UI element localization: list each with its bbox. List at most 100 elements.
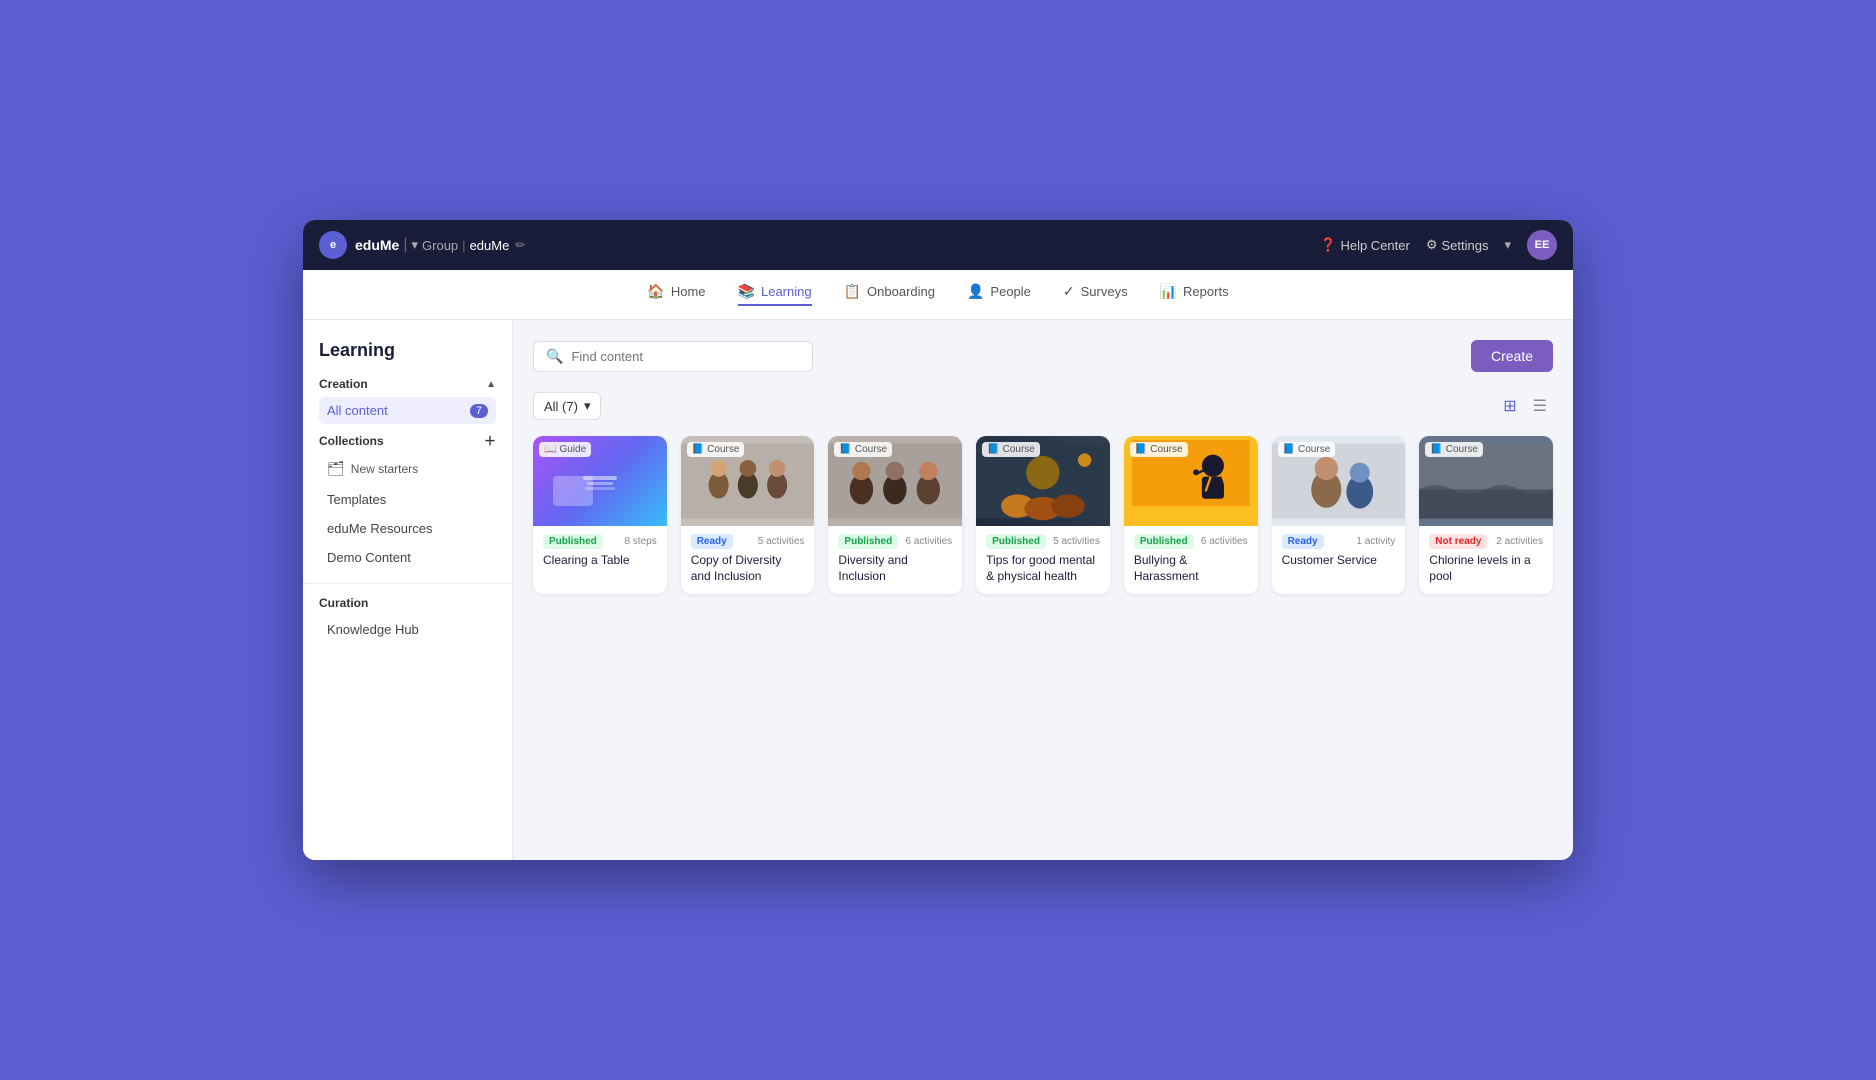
tab-surveys-label: Surveys bbox=[1081, 284, 1128, 299]
card-count: 8 steps bbox=[624, 536, 656, 547]
breadcrumb-separator: | bbox=[403, 236, 407, 254]
reports-icon: 📊 bbox=[1160, 283, 1177, 300]
settings-link[interactable]: ⚙ Settings bbox=[1426, 237, 1489, 253]
sidebar-item-all-content[interactable]: All content 7 bbox=[319, 397, 496, 424]
card-body: Published 6 activities Bullying & Harass… bbox=[1124, 526, 1258, 594]
creation-section-header[interactable]: Creation ▲ bbox=[319, 377, 496, 391]
logo-area[interactable]: e eduMe bbox=[319, 231, 399, 259]
tab-onboarding[interactable]: 📋 Onboarding bbox=[844, 283, 935, 306]
search-input[interactable] bbox=[571, 349, 800, 364]
search-box[interactable]: 🔍 bbox=[533, 341, 813, 372]
tab-learning[interactable]: 📚 Learning bbox=[738, 283, 812, 306]
card-type-label: Course bbox=[1446, 444, 1478, 455]
knowledge-hub-label: Knowledge Hub bbox=[327, 622, 419, 637]
avatar[interactable]: EE bbox=[1527, 230, 1557, 260]
filter-row: All (7) ▾ ⊞ ☰ bbox=[533, 392, 1553, 420]
sidebar-item-demo-content[interactable]: Demo Content bbox=[319, 544, 496, 571]
card-customer-service[interactable]: 📘 Course Ready bbox=[1272, 436, 1406, 594]
card-count: 1 activity bbox=[1356, 536, 1395, 547]
all-content-badge: 7 bbox=[470, 404, 488, 418]
edume-logo: e bbox=[319, 231, 347, 259]
card-body: Published 5 activities Tips for good men… bbox=[976, 526, 1110, 594]
card-title: Diversity and Inclusion bbox=[838, 553, 952, 584]
content-area: 🔍 Create All (7) ▾ ⊞ ☰ bbox=[513, 320, 1573, 860]
card-clearing-a-table[interactable]: 📖 Guide Published 8 steps bbox=[533, 436, 667, 594]
curation-label: Curation bbox=[319, 596, 368, 610]
chevron-down-icon[interactable]: ▾ bbox=[1504, 237, 1511, 253]
card-count: 5 activities bbox=[758, 536, 805, 547]
sidebar: Learning Creation ▲ All content 7 Collec… bbox=[303, 320, 513, 860]
sidebar-item-new-starters[interactable]: 🗂 New starters bbox=[319, 455, 496, 482]
gear-icon: ⚙ bbox=[1426, 237, 1438, 253]
sidebar-item-templates[interactable]: Templates bbox=[319, 486, 496, 513]
tab-home[interactable]: 🏠 Home bbox=[647, 283, 705, 306]
status-badge: Published bbox=[1134, 534, 1194, 549]
sidebar-title: Learning bbox=[303, 340, 512, 377]
course-icon: 📘 bbox=[987, 444, 999, 455]
card-type-badge: 📘 Course bbox=[687, 442, 745, 457]
card-thumbnail: 📘 Course bbox=[976, 436, 1110, 526]
status-badge: Published bbox=[986, 534, 1046, 549]
course-icon: 📘 bbox=[1430, 444, 1442, 455]
course-icon: 📘 bbox=[1283, 444, 1295, 455]
app-name: eduMe bbox=[355, 237, 399, 253]
create-button[interactable]: Create bbox=[1471, 340, 1553, 372]
sidebar-divider bbox=[303, 583, 512, 584]
breadcrumb-group-label: Group bbox=[422, 238, 458, 253]
view-toggles: ⊞ ☰ bbox=[1497, 392, 1553, 420]
card-type-badge: 📘 Course bbox=[834, 442, 892, 457]
tab-surveys[interactable]: ✓ Surveys bbox=[1063, 283, 1128, 306]
creation-chevron-icon: ▲ bbox=[486, 379, 496, 390]
new-starters-label: New starters bbox=[351, 462, 418, 476]
add-collection-icon[interactable]: ＋ bbox=[484, 432, 496, 449]
card-meta: Published 8 steps bbox=[543, 534, 657, 549]
tab-home-label: Home bbox=[671, 284, 706, 299]
card-type-badge: 📘 Course bbox=[1425, 442, 1483, 457]
card-chlorine[interactable]: 📘 Course Not ready 2 activities bbox=[1419, 436, 1553, 594]
help-icon: ❓ bbox=[1320, 237, 1336, 253]
card-title: Chlorine levels in a pool bbox=[1429, 553, 1543, 584]
guide-icon: 📖 bbox=[544, 444, 556, 455]
status-badge: Published bbox=[543, 534, 603, 549]
tab-people-label: People bbox=[990, 284, 1030, 299]
collections-section-header[interactable]: Collections ＋ bbox=[319, 432, 496, 449]
edit-workspace-icon[interactable]: ✏ bbox=[515, 238, 525, 252]
card-meta: Published 6 activities bbox=[1134, 534, 1248, 549]
card-count: 2 activities bbox=[1496, 536, 1543, 547]
list-view-toggle[interactable]: ☰ bbox=[1527, 392, 1553, 420]
grid-view-toggle[interactable]: ⊞ bbox=[1497, 392, 1522, 420]
card-meta: Published 5 activities bbox=[986, 534, 1100, 549]
card-thumbnail: 📘 Course bbox=[1272, 436, 1406, 526]
card-title: Clearing a Table bbox=[543, 553, 657, 569]
card-copy-diversity[interactable]: 📘 Course bbox=[681, 436, 815, 594]
tab-people[interactable]: 👤 People bbox=[967, 283, 1031, 306]
tab-onboarding-label: Onboarding bbox=[867, 284, 935, 299]
edume-resources-label: eduMe Resources bbox=[327, 521, 433, 536]
card-illustration bbox=[575, 456, 625, 506]
filter-label: All (7) bbox=[544, 399, 578, 414]
curation-section: Curation Knowledge Hub bbox=[303, 596, 512, 643]
card-meta: Not ready 2 activities bbox=[1429, 534, 1543, 549]
filter-dropdown[interactable]: All (7) ▾ bbox=[533, 392, 601, 420]
breadcrumb-group[interactable]: ▾ bbox=[412, 237, 419, 253]
card-body: Ready 5 activities Copy of Diversity and… bbox=[681, 526, 815, 594]
surveys-icon: ✓ bbox=[1063, 283, 1075, 300]
course-icon: 📘 bbox=[839, 444, 851, 455]
card-diversity[interactable]: 📘 Course bbox=[828, 436, 962, 594]
card-title: Tips for good mental & physical health bbox=[986, 553, 1100, 584]
status-badge: Ready bbox=[1282, 534, 1324, 549]
card-count: 5 activities bbox=[1053, 536, 1100, 547]
card-thumbnail: 📖 Guide bbox=[533, 436, 667, 526]
card-type-label: Guide bbox=[559, 444, 586, 455]
card-title: Copy of Diversity and Inclusion bbox=[691, 553, 805, 584]
help-center-link[interactable]: ❓ Help Center bbox=[1320, 237, 1410, 253]
help-label: Help Center bbox=[1340, 238, 1409, 253]
card-bullying[interactable]: 📘 Course bbox=[1124, 436, 1258, 594]
card-mental-health[interactable]: 📘 Course bbox=[976, 436, 1110, 594]
sidebar-item-knowledge-hub[interactable]: Knowledge Hub bbox=[319, 616, 496, 643]
settings-label: Settings bbox=[1441, 238, 1488, 253]
tab-reports[interactable]: 📊 Reports bbox=[1160, 283, 1229, 306]
curation-section-header[interactable]: Curation bbox=[319, 596, 496, 610]
sidebar-item-edume-resources[interactable]: eduMe Resources bbox=[319, 515, 496, 542]
top-navigation: e eduMe | ▾ Group | eduMe ✏ ❓ Help Cente… bbox=[303, 220, 1573, 270]
